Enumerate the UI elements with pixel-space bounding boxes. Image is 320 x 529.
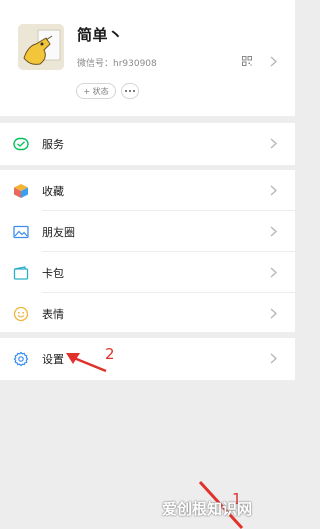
qr-code-icon[interactable] (242, 56, 252, 66)
chevron-right-icon (270, 267, 277, 278)
more-dot-icon (129, 90, 131, 92)
chevron-right-icon (270, 226, 277, 237)
annotation-arrow-settings (66, 353, 107, 373)
gear-icon (13, 351, 29, 367)
avatar[interactable] (18, 24, 64, 70)
annotation-step-2: 2 (105, 345, 115, 363)
menu-label-stickers: 表情 (42, 308, 64, 321)
menu-item-service[interactable]: 服务 (0, 123, 295, 164)
menu-item-moments[interactable]: 朋友圈 (0, 211, 295, 252)
wechat-id: 微信号：hr930908 (77, 59, 157, 69)
menu-label-moments: 朋友圈 (42, 226, 75, 239)
moments-image-icon (13, 225, 29, 239)
service-icon (13, 137, 29, 151)
chevron-right-icon (270, 138, 277, 149)
menu-label-service: 服务 (42, 138, 64, 151)
menu-label-cards: 卡包 (42, 267, 64, 280)
profile-name: 简单丶 (77, 26, 124, 44)
main-menu-section: 收藏 朋友圈 卡包 表情 (0, 170, 295, 332)
more-dot-icon (133, 90, 135, 92)
menu-item-stickers[interactable]: 表情 (0, 293, 295, 334)
chevron-right-icon (270, 56, 277, 67)
menu-item-cards[interactable]: 卡包 (0, 252, 295, 293)
chevron-right-icon (270, 308, 277, 319)
chevron-right-icon (270, 353, 277, 364)
more-dot-icon (125, 90, 127, 92)
chevron-right-icon (270, 185, 277, 196)
profile-header[interactable]: 简单丶 微信号：hr930908 + 状态 (0, 0, 295, 116)
card-wallet-icon (13, 266, 29, 280)
menu-item-favorites[interactable]: 收藏 (0, 170, 295, 211)
service-section: 服务 (0, 123, 295, 165)
sticker-smile-icon (13, 306, 29, 322)
favorites-cube-icon (14, 184, 28, 198)
menu-label-favorites: 收藏 (42, 185, 64, 198)
more-options-button[interactable] (121, 83, 139, 99)
settings-section: 设置 (0, 338, 295, 380)
status-button[interactable]: + 状态 (76, 83, 116, 99)
watermark-text: 爱创根知识网 (162, 500, 253, 518)
menu-item-settings[interactable]: 设置 (0, 338, 295, 379)
